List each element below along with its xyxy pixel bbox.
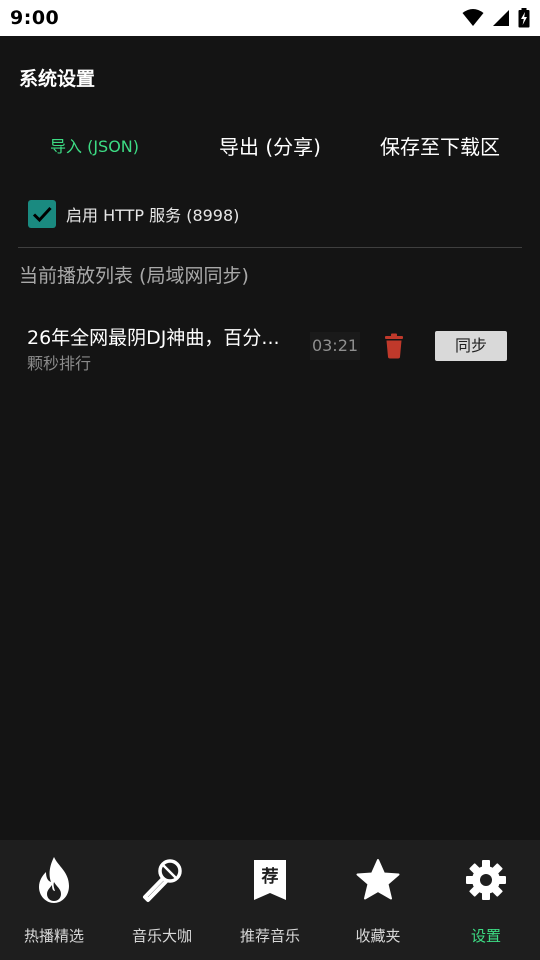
import-json-button[interactable]: 导入 (JSON): [50, 128, 139, 166]
nav-item-music-stars[interactable]: 音乐大咖: [108, 840, 216, 960]
bookmark-glyph: 荐: [261, 866, 279, 887]
action-bar: 导入 (JSON) 导出 (分享) 保存至下载区: [0, 128, 540, 166]
checkmark-icon: [32, 206, 52, 223]
song-duration: 03:21: [310, 332, 360, 360]
export-share-button[interactable]: 导出 (分享): [219, 128, 321, 166]
settings-screen: 9:00 系统设置 导入 (JSON) 导出 (分享) 保存至下载区 启用 HT…: [0, 0, 540, 960]
gear-icon: [462, 856, 510, 904]
status-icons: [462, 8, 530, 28]
http-service-label: 启用 HTTP 服务 (8998): [66, 206, 240, 225]
save-to-downloads-button[interactable]: 保存至下载区: [380, 128, 500, 166]
bookmark-icon: 荐: [246, 856, 294, 904]
signal-icon: [493, 10, 509, 26]
playlist-item[interactable]: 26年全网最阴DJ神曲，百分... 颗秒排行 03:21 同步: [0, 318, 540, 378]
song-artist: 颗秒排行: [27, 354, 92, 373]
battery-charging-icon: [518, 8, 530, 28]
delete-icon[interactable]: [383, 333, 405, 359]
star-icon: [354, 856, 402, 904]
http-service-checkbox[interactable]: [28, 200, 56, 228]
bottom-navigation: 热播精选 音乐大咖 荐 推荐音乐 收藏夹 设置: [0, 840, 540, 960]
sync-button[interactable]: 同步: [435, 331, 507, 361]
nav-item-settings[interactable]: 设置: [432, 840, 540, 960]
page-title: 系统设置: [19, 68, 96, 90]
divider: [18, 247, 522, 248]
nav-item-favorites[interactable]: 收藏夹: [324, 840, 432, 960]
playlist-section-title: 当前播放列表 (局域网同步): [19, 265, 249, 287]
fire-icon: [30, 856, 78, 904]
status-bar: 9:00: [0, 0, 540, 36]
status-time: 9:00: [10, 7, 60, 29]
nav-label: 收藏夹: [355, 927, 401, 945]
nav-label: 热播精选: [23, 927, 84, 945]
microphone-icon: [138, 856, 186, 904]
nav-item-hot-picks[interactable]: 热播精选: [0, 840, 108, 960]
wifi-icon: [462, 9, 484, 26]
http-service-option[interactable]: 启用 HTTP 服务 (8998): [28, 199, 239, 229]
nav-label: 设置: [470, 927, 501, 945]
nav-label: 音乐大咖: [131, 927, 192, 945]
nav-label: 推荐音乐: [239, 927, 300, 945]
nav-item-recommended[interactable]: 荐 推荐音乐: [216, 840, 324, 960]
song-title: 26年全网最阴DJ神曲，百分...: [27, 327, 280, 349]
